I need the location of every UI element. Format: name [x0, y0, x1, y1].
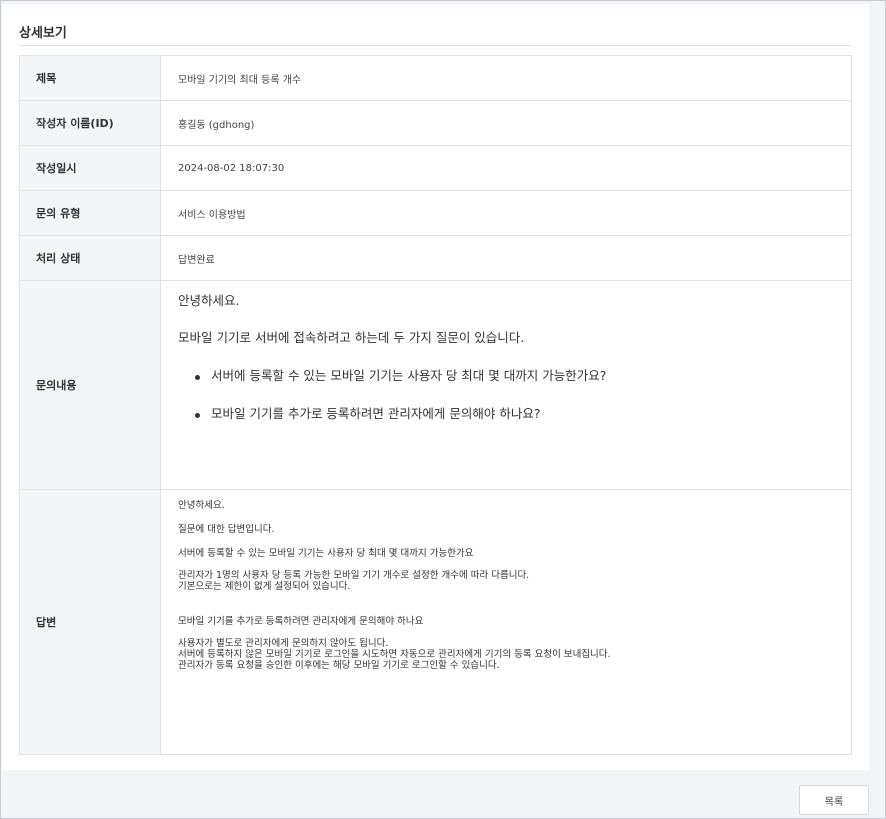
answer-line: 모바일 기기를 추가로 등록하려면 관리자에게 문의해야 하나요: [178, 616, 424, 627]
question-text: 서버에 등록할 수 있는 모바일 기기는 사용자 당 최대 몇 대까지 가능한가…: [211, 367, 607, 383]
answer-line: 관리자가 등록 요청을 승인한 이후에는 해당 모바일 기기로 로그인할 수 있…: [178, 660, 500, 671]
row-author: 작성자 이름(ID) 홍길동 (gdhong): [20, 101, 851, 146]
row-label: 처리 상태: [20, 236, 161, 280]
row-value: 홍길동 (gdhong): [178, 119, 255, 131]
detail-table: 제목 모바일 기기의 최대 등록 개수 작성자 이름(ID) 홍길동 (gdho…: [19, 55, 852, 755]
detail-panel: 상세보기 제목 모바일 기기의 최대 등록 개수 작성자 이름(ID) 홍길동 …: [2, 4, 869, 770]
row-value: 모바일 기기의 최대 등록 개수: [178, 74, 302, 86]
row-inquiry-content: 문의내용 안녕하세요. 모바일 기기로 서버에 접속하려고 하는데 두 가지 질…: [20, 281, 851, 490]
row-status: 처리 상태 답변완료: [20, 236, 851, 281]
answer-line: 기본으로는 제한이 없게 설정되어 있습니다.: [178, 581, 351, 592]
row-label: 문의내용: [20, 281, 161, 489]
answer-line: 안녕하세요.: [178, 500, 225, 511]
answer-body: 안녕하세요. 질문에 대한 답변입니다. 서버에 등록할 수 있는 모바일 기기…: [161, 490, 851, 754]
row-label: 제목: [20, 56, 161, 100]
list-item: 서버에 등록할 수 있는 모바일 기기는 사용자 당 최대 몇 대까지 가능한가…: [195, 368, 835, 384]
row-title: 제목 모바일 기기의 최대 등록 개수: [20, 56, 851, 101]
status-value: 답변완료: [178, 254, 215, 266]
question-text: 모바일 기기를 추가로 등록하려면 관리자에게 문의해야 하나요?: [211, 405, 541, 421]
bullet-icon: [195, 412, 200, 418]
answer-line: 서버에 등록할 수 있는 모바일 기기는 사용자 당 최대 몇 대까지 가능한가…: [178, 548, 474, 559]
row-label: 작성일시: [20, 146, 161, 190]
bullet-icon: [195, 374, 200, 380]
row-inquiry-type: 문의 유형 서비스 이용방법: [20, 191, 851, 236]
inquiry-intro: 모바일 기기로 서버에 접속하려고 하는데 두 가지 질문이 있습니다.: [178, 330, 525, 346]
panel-title: 상세보기: [19, 26, 67, 41]
inquiry-question-list: 서버에 등록할 수 있는 모바일 기기는 사용자 당 최대 몇 대까지 가능한가…: [178, 368, 835, 423]
inquiry-greeting: 안녕하세요.: [178, 293, 240, 308]
list-item: 모바일 기기를 추가로 등록하려면 관리자에게 문의해야 하나요?: [195, 406, 835, 422]
row-answer: 답변 안녕하세요. 질문에 대한 답변입니다. 서버에 등록할 수 있는 모바일…: [20, 490, 851, 755]
inquiry-body: 안녕하세요. 모바일 기기로 서버에 접속하려고 하는데 두 가지 질문이 있습…: [161, 281, 851, 489]
row-value: 2024-08-02 18:07:30: [178, 162, 285, 174]
answer-line: 서버에 등록하지 않은 모바일 기기로 로그인을 시도하면 자동으로 관리자에게…: [178, 649, 611, 660]
answer-line: 사용자가 별도로 관리자에게 문의하지 않아도 됩니다.: [178, 638, 389, 649]
list-button[interactable]: 목록: [799, 785, 869, 815]
title-divider: [19, 45, 851, 46]
row-created-at: 작성일시 2024-08-02 18:07:30: [20, 146, 851, 191]
row-label: 작성자 이름(ID): [20, 101, 161, 145]
row-value: 서비스 이용방법: [178, 209, 246, 221]
answer-line: 관리자가 1명의 사용자 당 등록 가능한 모바일 기기 개수로 설정한 개수에…: [178, 570, 530, 581]
answer-line: 질문에 대한 답변입니다.: [178, 524, 275, 535]
row-label: 답변: [20, 490, 161, 754]
row-label: 문의 유형: [20, 191, 161, 235]
page-frame: 상세보기 제목 모바일 기기의 최대 등록 개수 작성자 이름(ID) 홍길동 …: [0, 0, 886, 819]
